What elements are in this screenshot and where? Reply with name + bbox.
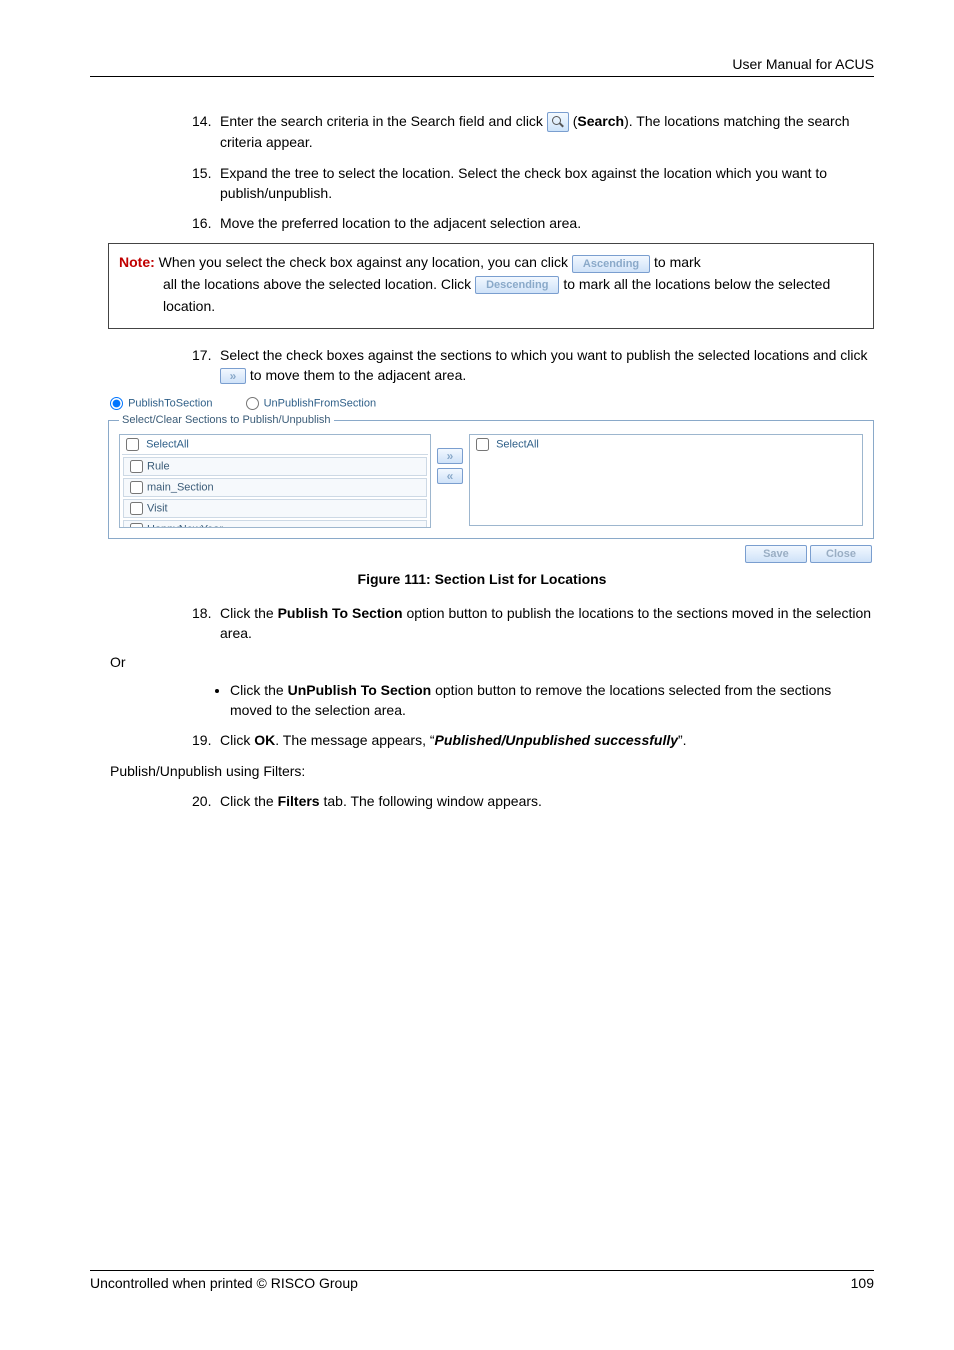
step-15-number: 15.: [192, 163, 211, 183]
selectall-right-checkbox[interactable]: [476, 438, 489, 451]
radio-unpublish-input[interactable]: [246, 397, 259, 410]
step-14-number: 14.: [192, 111, 211, 131]
bullet-b1: UnPublish To Section: [288, 682, 432, 698]
step-18-b1: Publish To Section: [278, 605, 403, 621]
move-right-icon[interactable]: »: [220, 368, 246, 384]
list-item[interactable]: HappyNewYear: [123, 520, 427, 527]
selectall-left-label: SelectAll: [146, 439, 189, 451]
selectall-right-label: SelectAll: [496, 439, 539, 451]
fieldset-legend: Select/Clear Sections to Publish/Unpubli…: [119, 414, 334, 426]
footer-left: Uncontrolled when printed © RISCO Group: [90, 1275, 358, 1291]
step-20-b1: Filters: [278, 793, 320, 809]
close-button[interactable]: Close: [810, 545, 872, 563]
list-item[interactable]: Visit: [123, 499, 427, 518]
step-19-number: 19.: [192, 730, 211, 750]
radio-publish-input[interactable]: [110, 397, 123, 410]
list-item-label: Rule: [147, 461, 170, 473]
step-14-search-bold: Search: [577, 113, 624, 129]
footer-right: 109: [851, 1275, 874, 1291]
step-17-t1: Select the check boxes against the secti…: [220, 347, 868, 363]
note-t1: When you select the check box against an…: [159, 254, 568, 270]
list-item[interactable]: main_Section: [123, 478, 427, 497]
step-15-text: Expand the tree to select the location. …: [220, 165, 827, 201]
or-text: Or: [110, 654, 874, 670]
step-14: 14. Enter the search criteria in the Sea…: [192, 111, 874, 153]
section-list-screenshot: PublishToSection UnPublishFromSection Se…: [108, 395, 874, 565]
step-20-number: 20.: [192, 791, 211, 811]
move-left-button[interactable]: «: [437, 468, 463, 484]
step-19-t1: Click: [220, 732, 250, 748]
note-t2-a: to mark: [654, 254, 701, 270]
descending-button[interactable]: Descending: [475, 276, 559, 294]
radio-publish-to-section[interactable]: PublishToSection: [110, 397, 212, 410]
note-t2-b: all the locations above the selected loc…: [163, 276, 471, 292]
step-19-t3: ”.: [678, 732, 687, 748]
step-19: 19. Click OK. The message appears, “Publ…: [192, 730, 874, 750]
page-footer: Uncontrolled when printed © RISCO Group …: [90, 1270, 874, 1291]
save-button[interactable]: Save: [745, 545, 807, 563]
source-list-items[interactable]: Rule main_Section Visit HappyNewYear: [122, 454, 428, 527]
header-title: User Manual for ACUS: [732, 56, 874, 72]
figure-caption: Figure 111: Section List for Locations: [90, 571, 874, 587]
list-item-label: HappyNewYear: [147, 524, 223, 528]
list-item-checkbox[interactable]: [130, 460, 143, 473]
step-17-t2: to move them to the adjacent area.: [250, 367, 466, 383]
search-icon[interactable]: [547, 112, 569, 132]
step-16-text: Move the preferred location to the adjac…: [220, 215, 581, 231]
list-item[interactable]: Rule: [123, 457, 427, 476]
step-15: 15. Expand the tree to select the locati…: [192, 163, 874, 204]
ascending-button[interactable]: Ascending: [572, 255, 650, 273]
step-16: 16. Move the preferred location to the a…: [192, 213, 874, 233]
step-18-number: 18.: [192, 603, 211, 623]
step-14-t1: Enter the search criteria in the Search …: [220, 113, 543, 129]
note-box: Note: When you select the check box agai…: [108, 243, 874, 328]
move-right-button[interactable]: »: [437, 448, 463, 464]
list-item-label: main_Section: [147, 482, 214, 494]
selectall-left-checkbox[interactable]: [126, 438, 139, 451]
list-item-label: Visit: [147, 503, 168, 515]
step-19-b1: OK: [254, 732, 275, 748]
target-list: SelectAll: [469, 434, 863, 526]
radio-publish-label: PublishToSection: [128, 398, 212, 410]
step-19-t2: . The message appears, “: [275, 732, 434, 748]
list-item-checkbox[interactable]: [130, 523, 143, 527]
step-19-bi1: Published/Unpublished successfully: [435, 732, 679, 748]
page-header: User Manual for ACUS: [90, 56, 874, 77]
bullet-unpublish: Click the UnPublish To Section option bu…: [230, 680, 874, 721]
list-item-checkbox[interactable]: [130, 481, 143, 494]
radio-unpublish-label: UnPublishFromSection: [264, 398, 377, 410]
source-list: SelectAll Rule main_Section Visit HappyNewY…: [119, 434, 431, 528]
step-16-number: 16.: [192, 213, 211, 233]
step-18: 18. Click the Publish To Section option …: [192, 603, 874, 644]
sections-fieldset: Select/Clear Sections to Publish/Unpubli…: [108, 414, 874, 539]
step-20-t2: tab. The following window appears.: [323, 793, 541, 809]
note-label: Note:: [119, 254, 155, 270]
step-17-number: 17.: [192, 345, 211, 365]
step-17: 17. Select the check boxes against the s…: [192, 345, 874, 386]
bullet-t1: Click the: [230, 682, 284, 698]
radio-unpublish-from-section[interactable]: UnPublishFromSection: [246, 397, 377, 410]
list-item-checkbox[interactable]: [130, 502, 143, 515]
step-18-t1: Click the: [220, 605, 274, 621]
para-filters: Publish/Unpublish using Filters:: [110, 761, 874, 781]
step-20-t1: Click the: [220, 793, 274, 809]
step-20: 20. Click the Filters tab. The following…: [192, 791, 874, 811]
